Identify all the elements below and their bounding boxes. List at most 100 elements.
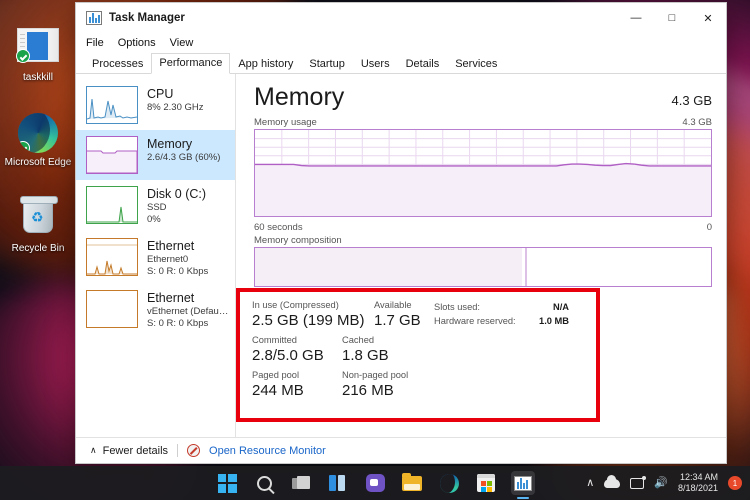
memory-usage-graph xyxy=(254,129,712,217)
desktop-icon-label: Recycle Bin xyxy=(11,243,65,254)
desktop-icon-label: taskkill xyxy=(22,72,53,83)
sync-badge-icon xyxy=(18,141,30,153)
sidebar-item-ethernet-0[interactable]: Ethernet Ethernet0 S: 0 R: 0 Kbps xyxy=(76,232,235,284)
close-button[interactable]: ✕ xyxy=(690,3,726,33)
menu-item-file[interactable]: File xyxy=(86,37,104,49)
memory-header: Memory 4.3 GB xyxy=(254,82,712,112)
time-zero-label: 0 xyxy=(706,222,712,233)
stat-cached: Cached 1.8 GB xyxy=(342,334,389,366)
menu-bar: File Options View xyxy=(76,33,726,53)
desktop-icon-recycle-bin[interactable]: ♻ Recycle Bin xyxy=(4,196,72,255)
tab-services[interactable]: Services xyxy=(447,54,505,74)
stat-label: Available xyxy=(374,300,412,310)
minimize-button[interactable]: — xyxy=(618,3,654,33)
folder-icon xyxy=(402,472,422,491)
network-icon[interactable] xyxy=(630,475,647,489)
windows-logo-icon xyxy=(217,473,237,493)
window-footer: ∧ Fewer details Open Resource Monitor xyxy=(76,437,726,463)
footer-divider xyxy=(177,444,179,457)
disk-thumbnail-icon xyxy=(86,186,138,224)
clock[interactable]: 12:34 AM 8/18/2021 xyxy=(678,472,718,494)
stat-label: Paged pool xyxy=(252,370,300,380)
stat-hardware-reserved: Hardware reserved: 1.0 MB xyxy=(434,314,569,328)
notification-badge[interactable]: 1 xyxy=(728,476,742,490)
performance-detail-panel: Memory 4.3 GB Memory usage 4.3 GB 60 sec… xyxy=(236,74,726,437)
tab-details[interactable]: Details xyxy=(398,54,448,74)
sidebar-item-sub2: 0% xyxy=(147,214,161,225)
tab-app-history[interactable]: App history xyxy=(230,54,301,74)
document-icon xyxy=(15,28,61,70)
fewer-details-button[interactable]: ∧ Fewer details xyxy=(90,445,168,457)
sidebar-item-ethernet-1[interactable]: Ethernet vEthernet (Default ... S: 0 R: … xyxy=(76,284,235,336)
stat-value: 2.5 GB (199 MB) xyxy=(252,312,365,329)
stat-value: 1.7 GB xyxy=(374,312,421,329)
title-bar[interactable]: Task Manager — □ ✕ xyxy=(76,3,726,33)
widgets-icon xyxy=(329,475,347,491)
sidebar-item-sub: SSD xyxy=(147,202,167,213)
task-manager-button[interactable] xyxy=(511,471,535,495)
sidebar-item-memory[interactable]: Memory 2.6/4.3 GB (60%) xyxy=(76,130,235,180)
task-manager-window: Task Manager — □ ✕ File Options View Pro… xyxy=(75,2,727,464)
memory-stats-row-3: Paged pool 244 MB Non-paged pool 216 MB xyxy=(252,369,586,401)
search-icon xyxy=(256,475,272,491)
stat-paged-pool: Paged pool 244 MB xyxy=(252,369,342,401)
start-button[interactable] xyxy=(215,471,239,495)
taskbar-items xyxy=(215,471,535,495)
stat-slots-used: Slots used: N/A xyxy=(434,300,569,314)
desktop-icon-taskkill[interactable]: taskkill xyxy=(4,24,72,84)
memory-stats-highlight-box: In use (Compressed) 2.5 GB (199 MB) Avai… xyxy=(236,288,600,422)
volume-icon[interactable]: 🔊 xyxy=(654,477,668,489)
stat-non-paged-pool: Non-paged pool 216 MB xyxy=(342,369,408,401)
chevron-up-icon: ∧ xyxy=(90,445,97,455)
widgets-button[interactable] xyxy=(326,471,350,495)
edge-button[interactable] xyxy=(437,471,461,495)
file-explorer-button[interactable] xyxy=(400,471,424,495)
stat-label: Hardware reserved: xyxy=(434,316,516,326)
onedrive-icon[interactable] xyxy=(604,474,621,488)
memory-stats-row-2: Committed 2.8/5.0 GB Cached 1.8 GB xyxy=(252,334,586,366)
search-button[interactable] xyxy=(252,471,276,495)
task-manager-icon xyxy=(86,11,102,25)
sidebar-item-cpu[interactable]: CPU 8% 2.30 GHz xyxy=(76,80,235,130)
sidebar-item-sub: vEthernet (Default ... xyxy=(147,306,229,317)
menu-item-options[interactable]: Options xyxy=(118,37,156,49)
task-view-button[interactable] xyxy=(289,471,313,495)
tab-startup[interactable]: Startup xyxy=(301,54,352,74)
microsoft-store-button[interactable] xyxy=(474,471,498,495)
sidebar-item-label: Memory xyxy=(147,137,193,151)
stat-label: In use (Compressed) xyxy=(252,300,339,310)
memory-thumbnail-icon xyxy=(86,136,138,174)
tab-performance[interactable]: Performance xyxy=(151,53,231,74)
edge-icon xyxy=(15,113,61,155)
stat-value: N/A xyxy=(552,302,569,312)
clock-time: 12:34 AM xyxy=(679,472,718,482)
memory-composition-labels: Memory composition xyxy=(254,235,712,246)
memory-usage-plot xyxy=(255,130,711,216)
sidebar-item-disk-0[interactable]: Disk 0 (C:) SSD 0% xyxy=(76,180,235,232)
clock-date: 8/18/2021 xyxy=(677,483,718,493)
cpu-thumbnail-icon xyxy=(86,86,138,124)
window-controls: — □ ✕ xyxy=(618,3,726,33)
task-view-icon xyxy=(292,475,310,491)
tray-expand-icon[interactable]: ∧ xyxy=(586,477,594,489)
sidebar-item-sub: Ethernet0 xyxy=(147,254,189,265)
memory-usage-max: 4.3 GB xyxy=(682,117,712,128)
sidebar-item-sub: 8% 2.30 GHz xyxy=(147,102,204,113)
memory-stats-row-1: In use (Compressed) 2.5 GB (199 MB) Avai… xyxy=(252,299,586,331)
memory-composition-bar[interactable] xyxy=(254,247,712,287)
stat-label: Non-paged pool xyxy=(342,370,409,380)
menu-item-view[interactable]: View xyxy=(170,37,194,49)
desktop-icon-label: Microsoft Edge xyxy=(4,157,72,168)
tab-users[interactable]: Users xyxy=(353,54,398,74)
tab-processes[interactable]: Processes xyxy=(84,54,151,74)
open-resource-monitor-link[interactable]: Open Resource Monitor xyxy=(209,445,326,457)
stat-committed: Committed 2.8/5.0 GB xyxy=(252,334,342,366)
sidebar-item-sub2: S: 0 R: 0 Kbps xyxy=(147,318,209,329)
teams-button[interactable] xyxy=(363,471,387,495)
composition-in-use-segment xyxy=(255,248,522,286)
desktop-icon-microsoft-edge[interactable]: Microsoft Edge xyxy=(4,112,72,169)
memory-time-labels: 60 seconds 0 xyxy=(254,222,712,233)
maximize-button[interactable]: □ xyxy=(654,3,690,33)
page-title: Memory xyxy=(254,83,345,111)
stat-value: 1.8 GB xyxy=(342,347,389,364)
